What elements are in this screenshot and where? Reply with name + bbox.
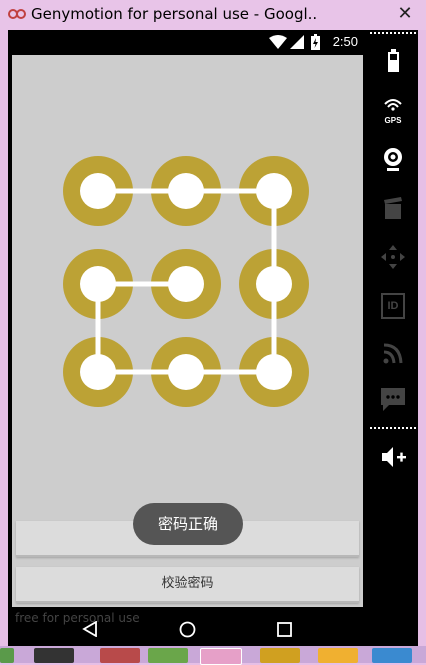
taskbar-app-icon[interactable] — [318, 648, 358, 663]
battery-charging-icon — [311, 34, 320, 50]
id-label: ID — [381, 293, 405, 319]
battery-icon[interactable] — [376, 46, 410, 76]
video-icon[interactable] — [376, 194, 410, 224]
sidebar-separator — [370, 427, 416, 429]
window-title-bar: Genymotion for personal use - Googl... ✕ — [0, 0, 426, 30]
wifi-icon — [269, 35, 287, 49]
taskbar-app-icon[interactable] — [200, 648, 242, 665]
status-time: 2:50 — [332, 34, 358, 49]
taskbar-app-icon[interactable] — [0, 648, 14, 663]
watermark-text: free for personal use — [15, 611, 140, 625]
move-icon[interactable] — [376, 242, 410, 272]
app-screen: 添加密码 校验密码 密码正确 — [12, 55, 363, 607]
emulator-sidebar: GPS ID — [368, 30, 418, 646]
gps-icon[interactable]: GPS — [376, 96, 410, 130]
window-title: Genymotion for personal use - Googl... — [31, 5, 316, 23]
gps-label: GPS — [384, 116, 402, 125]
rss-icon[interactable] — [376, 338, 410, 368]
id-icon[interactable]: ID — [376, 290, 410, 320]
taskbar-app-icon[interactable] — [100, 648, 140, 663]
genymotion-logo-icon — [8, 9, 26, 19]
pattern-path — [95, 188, 277, 375]
toast-message: 密码正确 — [133, 503, 243, 545]
emulator-device: 2:50 添加密码 校验密码 密码正确 free for personal us… — [8, 30, 368, 646]
camera-icon[interactable] — [376, 144, 410, 174]
pattern-lock[interactable] — [12, 55, 363, 435]
nav-bar: free for personal use — [8, 607, 368, 646]
back-icon[interactable] — [82, 621, 98, 637]
home-icon[interactable] — [179, 621, 196, 638]
taskbar-app-icon[interactable] — [372, 648, 412, 663]
os-taskbar — [0, 646, 426, 665]
volume-up-icon[interactable] — [376, 442, 410, 472]
taskbar-app-icon[interactable] — [260, 648, 300, 663]
sms-icon[interactable] — [376, 384, 410, 414]
verify-password-button[interactable]: 校验密码 — [16, 567, 359, 603]
taskbar-app-icon[interactable] — [34, 648, 74, 663]
taskbar-app-icon[interactable] — [148, 648, 188, 663]
signal-icon — [290, 35, 304, 49]
recents-icon[interactable] — [277, 622, 292, 637]
close-window-button[interactable]: ✕ — [394, 3, 416, 25]
sidebar-separator — [370, 32, 416, 34]
status-bar: 2:50 — [8, 30, 368, 55]
